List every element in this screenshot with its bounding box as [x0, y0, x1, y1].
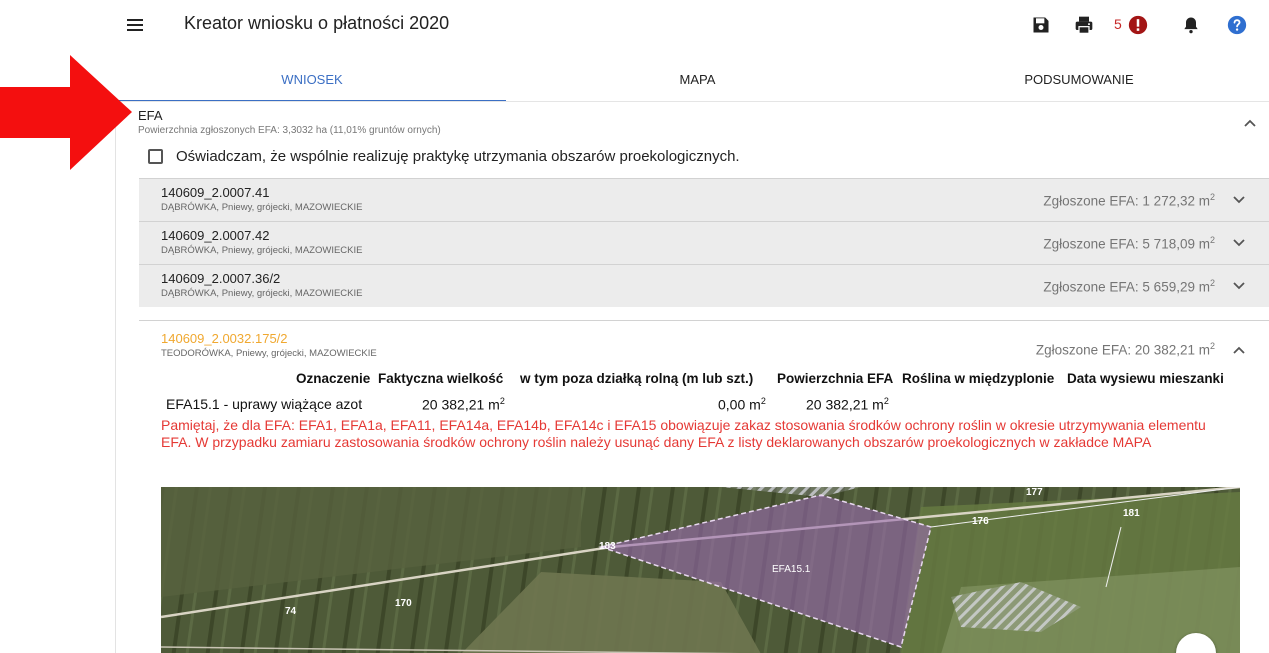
col-header-outside: w tym poza działką rolną (m lub szt.)	[520, 371, 754, 386]
print-icon[interactable]	[1074, 15, 1094, 35]
efa-title: EFA	[138, 108, 163, 123]
parcel-row[interactable]: 140609_2.0007.36/2 DĄBRÓWKA, Pniewy, gró…	[139, 264, 1269, 307]
map-label: 183	[599, 541, 616, 552]
map-canvas: 177 176 181 183 EFA15.1 74 170	[161, 487, 1240, 653]
map-label: 74	[285, 606, 297, 617]
col-header-actual-size: Faktyczna wielkość	[378, 371, 504, 386]
chevron-up-icon[interactable]	[1243, 118, 1257, 128]
parcel-row[interactable]: 140609_2.0007.41 DĄBRÓWKA, Pniewy, gróje…	[139, 178, 1269, 221]
map-label: 176	[972, 516, 989, 527]
col-header-efa-area: Powierzchnia EFA	[777, 371, 894, 386]
parcel-id-selected[interactable]: 140609_2.0032.175/2	[161, 331, 288, 346]
parcel-location: TEODORÓWKA, Pniewy, grójecki, MAZOWIECKI…	[161, 348, 377, 359]
error-icon[interactable]	[1128, 15, 1148, 35]
app-header: Kreator wniosku o płatności 2020 5	[0, 0, 1269, 52]
parcel-map[interactable]: 177 176 181 183 EFA15.1 74 170	[161, 487, 1240, 653]
chevron-down-icon[interactable]	[1233, 238, 1245, 247]
parcel-expanded: 140609_2.0032.175/2 TEODORÓWKA, Pniewy, …	[139, 320, 1269, 653]
efa-subtitle: Powierzchnia zgłoszonych EFA: 3,3032 ha …	[138, 125, 441, 136]
joint-practice-checkbox[interactable]	[148, 149, 163, 164]
cell-outside: 0,00 m2	[718, 396, 766, 413]
page: Kreator wniosku o płatności 2020 5 WNIOS…	[0, 0, 1269, 653]
cell-efa-area: 20 382,21 m2	[806, 396, 889, 413]
red-arrow-annotation	[0, 55, 132, 170]
parcel-id: 140609_2.0007.36/2	[161, 271, 281, 286]
map-efa-label: EFA15.1	[772, 564, 811, 575]
col-header-designation: Oznaczenie	[296, 371, 371, 386]
parcel-id: 140609_2.0007.41	[161, 185, 270, 200]
plant-protection-warning: Pamiętaj, że dla EFA: EFA1, EFA1a, EFA11…	[161, 417, 1206, 450]
error-count: 5	[1114, 16, 1122, 32]
map-label: 177	[1026, 487, 1043, 498]
col-header-sowing-date: Data wysiewu mieszanki	[1067, 371, 1224, 386]
chevron-down-icon[interactable]	[1233, 281, 1245, 290]
cell-actual-size: 20 382,21 m2	[422, 396, 505, 413]
parcel-efa-area: Zgłoszone EFA: 1 272,32 m2	[1043, 192, 1215, 209]
chevron-down-icon[interactable]	[1233, 195, 1245, 204]
parcel-efa-area: Zgłoszone EFA: 5 659,29 m2	[1043, 278, 1215, 295]
help-icon[interactable]	[1227, 15, 1247, 35]
map-label: 170	[395, 598, 412, 609]
app-title: Kreator wniosku o płatności 2020	[184, 13, 450, 33]
parcel-efa-area: Zgłoszone EFA: 5 718,09 m2	[1043, 235, 1215, 252]
joint-practice-label: Oświadczam, że wspólnie realizuję prakty…	[176, 148, 740, 165]
parcel-efa-area: Zgłoszone EFA: 20 382,21 m2	[1035, 341, 1215, 358]
tab-wniosek[interactable]: WNIOSEK	[118, 72, 506, 102]
tab-podsumowanie[interactable]: PODSUMOWANIE	[889, 72, 1269, 102]
save-icon[interactable]	[1031, 15, 1051, 35]
cell-designation: EFA15.1 - uprawy wiążące azot	[166, 396, 363, 412]
col-header-catch-crop: Roślina w międzyplonie	[902, 371, 1055, 386]
tab-bar: WNIOSEK MAPA PODSUMOWANIE	[118, 72, 1269, 102]
parcel-location: DĄBRÓWKA, Pniewy, grójecki, MAZOWIECKIE	[161, 245, 363, 256]
bell-icon[interactable]	[1181, 15, 1201, 35]
parcel-location: DĄBRÓWKA, Pniewy, grójecki, MAZOWIECKIE	[161, 202, 363, 213]
parcel-id: 140609_2.0007.42	[161, 228, 270, 243]
menu-icon[interactable]	[124, 14, 146, 36]
chevron-up-icon[interactable]	[1233, 346, 1245, 355]
tab-mapa[interactable]: MAPA	[506, 72, 889, 102]
parcel-location: DĄBRÓWKA, Pniewy, grójecki, MAZOWIECKIE	[161, 288, 363, 299]
parcel-row[interactable]: 140609_2.0007.42 DĄBRÓWKA, Pniewy, gróje…	[139, 221, 1269, 264]
map-label: 181	[1123, 508, 1140, 519]
